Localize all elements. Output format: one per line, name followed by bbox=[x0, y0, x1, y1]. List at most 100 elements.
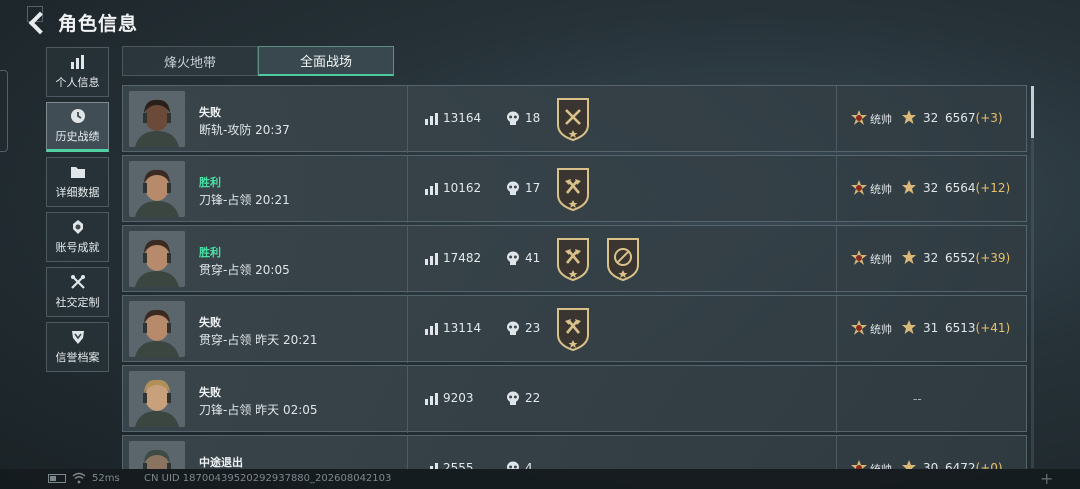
rank-emblem-icon bbox=[851, 180, 867, 195]
match-row[interactable]: 中途退出 2555 4 统帅 30 6472(+0) bbox=[122, 435, 1027, 469]
match-row[interactable]: 胜利 刀锋-占领 20:21 10162 17 统帅 32 6564(+12) bbox=[122, 155, 1027, 223]
operator-avatar bbox=[129, 371, 185, 427]
match-result: 失败 bbox=[199, 316, 221, 329]
operator-avatar bbox=[129, 161, 185, 217]
elo-delta: (+0) bbox=[975, 461, 1003, 469]
sidebar-item-history[interactable]: 历史战绩 bbox=[46, 102, 109, 152]
rank-emblem-icon bbox=[851, 110, 867, 125]
match-score: 9203 bbox=[443, 391, 474, 405]
score-icon bbox=[425, 253, 438, 265]
rank-emblem-icon bbox=[851, 320, 867, 335]
sidebar-item-label: 个人信息 bbox=[55, 76, 100, 89]
elo-rating: 6472(+0) bbox=[945, 461, 1003, 469]
ping-text: 52ms bbox=[92, 473, 120, 484]
match-result: 胜利 bbox=[199, 176, 221, 189]
medal-badge-icon[interactable] bbox=[555, 97, 591, 142]
medal-badge-icon[interactable] bbox=[605, 237, 641, 282]
match-score: 2555 bbox=[443, 461, 474, 469]
operator-avatar bbox=[129, 441, 185, 469]
player-level: 32 bbox=[923, 181, 939, 195]
elo-value: 6552 bbox=[945, 251, 976, 265]
sidebar-item-profile[interactable]: 个人信息 bbox=[46, 47, 109, 97]
match-mode-time: 刀锋-占领 20:21 bbox=[199, 193, 290, 207]
sidebar-item-reputation[interactable]: 信誉档案 bbox=[46, 322, 109, 372]
rank-emblem-icon bbox=[851, 460, 867, 469]
divider bbox=[836, 226, 837, 293]
rank-name: 统帅 bbox=[870, 113, 892, 126]
wifi-icon bbox=[72, 472, 86, 487]
battery-icon bbox=[48, 474, 66, 483]
match-mode-time: 断轨-攻防 20:37 bbox=[199, 123, 290, 137]
match-list: 失败 断轨-攻防 20:37 13164 18 统帅 32 6567(+3) 胜利 刀锋-占领 … bbox=[122, 85, 1027, 469]
sidebar-item-details[interactable]: 详细数据 bbox=[46, 157, 109, 207]
operator-avatar bbox=[129, 91, 185, 147]
star-icon bbox=[902, 180, 916, 194]
match-kills: 23 bbox=[525, 321, 541, 335]
score-icon bbox=[425, 183, 438, 195]
divider bbox=[407, 366, 408, 433]
elo-delta: (+41) bbox=[975, 321, 1011, 335]
player-level: 30 bbox=[923, 461, 939, 469]
divider bbox=[836, 86, 837, 153]
match-row[interactable]: 失败 刀锋-占领 昨天 02:05 9203 22 -- bbox=[122, 365, 1027, 433]
score-icon bbox=[425, 393, 438, 405]
elo-rating: 6552(+39) bbox=[945, 251, 1010, 265]
elo-rating: 6513(+41) bbox=[945, 321, 1010, 335]
sidebar-item-achievements[interactable]: 账号成就 bbox=[46, 212, 109, 262]
tab-all-out-war[interactable]: 全面战场 bbox=[258, 46, 394, 76]
divider bbox=[407, 156, 408, 223]
divider bbox=[836, 366, 837, 433]
elo-delta: (+39) bbox=[975, 251, 1011, 265]
match-result: 失败 bbox=[199, 106, 221, 119]
player-level: 32 bbox=[923, 251, 939, 265]
match-mode-time: 贯穿-占领 20:05 bbox=[199, 263, 290, 277]
left-edge-handle[interactable] bbox=[0, 70, 8, 152]
star-icon bbox=[902, 250, 916, 264]
skull-icon bbox=[507, 111, 519, 125]
elo-value: 6567 bbox=[945, 111, 976, 125]
medal-badge-icon[interactable] bbox=[555, 307, 591, 352]
match-kills: 41 bbox=[525, 251, 541, 265]
divider bbox=[407, 296, 408, 363]
match-score: 13164 bbox=[443, 111, 482, 125]
skull-icon bbox=[507, 391, 519, 405]
elo-rating: 6564(+12) bbox=[945, 181, 1010, 195]
medal-badge-icon[interactable] bbox=[555, 167, 591, 212]
elo-value: 6564 bbox=[945, 181, 976, 195]
clock-icon bbox=[69, 108, 87, 124]
page-title: 角色信息 bbox=[58, 12, 139, 35]
match-kills: 17 bbox=[525, 181, 541, 195]
match-score: 10162 bbox=[443, 181, 482, 195]
skull-icon bbox=[507, 181, 519, 195]
elo-rating: 6567(+3) bbox=[945, 111, 1003, 125]
divider bbox=[407, 226, 408, 293]
title-bar: 角色信息 bbox=[28, 8, 138, 36]
sidebar-item-social[interactable]: 社交定制 bbox=[46, 267, 109, 317]
rank-name: 统帅 bbox=[870, 253, 892, 266]
medal-badge-icon[interactable] bbox=[555, 237, 591, 282]
folder-icon bbox=[69, 164, 87, 180]
match-row[interactable]: 失败 贯穿-占领 昨天 20:21 13114 23 统帅 31 6513(+41) bbox=[122, 295, 1027, 363]
match-result: 失败 bbox=[199, 386, 221, 399]
tab-beacon-zone[interactable]: 烽火地带 bbox=[122, 46, 258, 76]
match-result: 胜利 bbox=[199, 246, 221, 259]
match-row[interactable]: 胜利 贯穿-占领 20:05 17482 41 统帅 32 6552(+39) bbox=[122, 225, 1027, 293]
bar-chart-icon bbox=[69, 54, 87, 70]
sidebar-item-label: 社交定制 bbox=[55, 296, 100, 309]
skull-icon bbox=[507, 251, 519, 265]
match-kills: 18 bbox=[525, 111, 541, 125]
sidebar-item-label: 历史战绩 bbox=[55, 130, 100, 143]
match-score: 13114 bbox=[443, 321, 482, 335]
scrollbar-thumb[interactable] bbox=[1031, 86, 1034, 138]
score-icon bbox=[425, 113, 438, 125]
star-icon bbox=[902, 460, 916, 469]
match-kills: 22 bbox=[525, 391, 541, 405]
back-arrow-icon[interactable] bbox=[28, 12, 48, 32]
match-row[interactable]: 失败 断轨-攻防 20:37 13164 18 统帅 32 6567(+3) bbox=[122, 85, 1027, 153]
divider bbox=[407, 86, 408, 153]
rank-emblem-icon bbox=[851, 250, 867, 265]
divider bbox=[836, 296, 837, 363]
scrollbar[interactable] bbox=[1031, 86, 1034, 468]
medal-icon bbox=[69, 219, 87, 235]
divider bbox=[836, 156, 837, 223]
